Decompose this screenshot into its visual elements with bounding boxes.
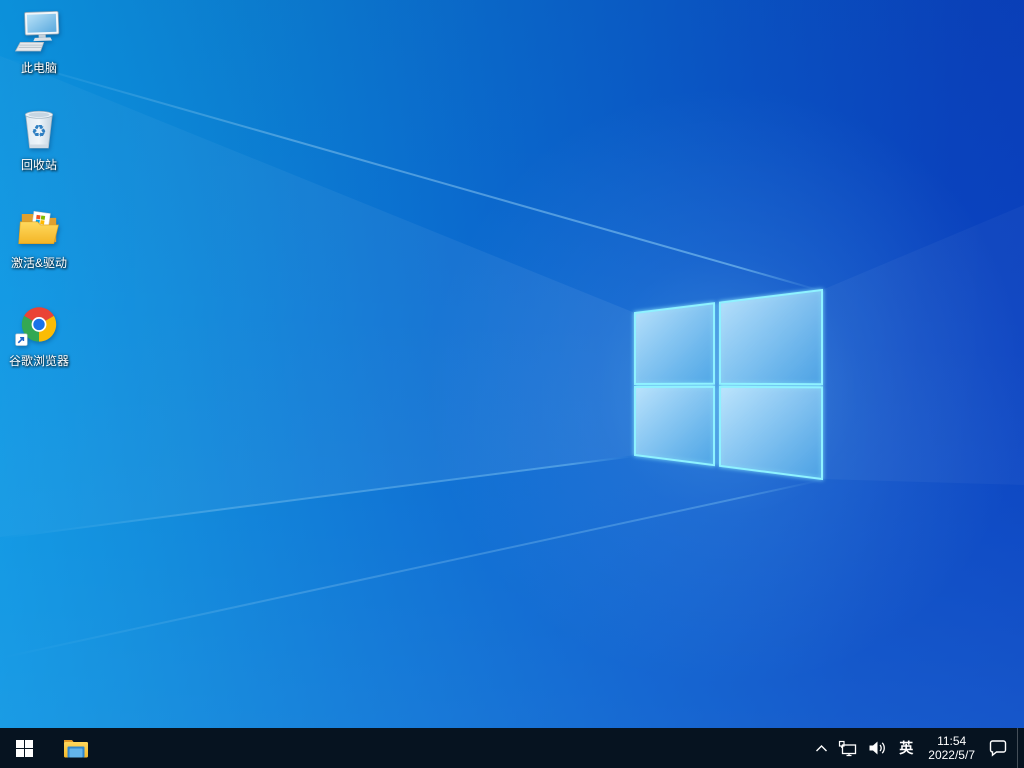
desktop-icon-this-pc[interactable]: 此电脑 [1, 8, 77, 75]
volume-button[interactable] [863, 728, 892, 768]
clock-date: 2022/5/7 [928, 748, 975, 762]
clock-time: 11:54 [937, 734, 967, 748]
light-beam-right [822, 205, 1024, 485]
recycle-bin-icon: ♻ [24, 110, 54, 149]
language-indicator[interactable]: 英 [892, 728, 920, 768]
start-button[interactable] [0, 728, 48, 768]
system-tray: 英 11:54 2022/5/7 [810, 728, 1024, 768]
desktop-icon-drivers-folder[interactable]: 激活&驱动 [1, 203, 77, 270]
desktop-icon-label: 此电脑 [20, 61, 57, 75]
speaker-icon [869, 741, 886, 755]
desktop-surface[interactable]: 此电脑 ♻ 回收站 激活&驱动 谷歌浏览器 [0, 0, 1024, 728]
folder-icon [18, 210, 59, 244]
file-explorer-icon [64, 740, 88, 758]
svg-text:♻: ♻ [31, 122, 46, 142]
light-ray [0, 478, 823, 659]
light-ray [0, 56, 823, 292]
hidden-icons-button[interactable] [810, 728, 833, 768]
logo-glow [0, 0, 1024, 728]
light-ray [0, 455, 635, 539]
light-beam-left [0, 56, 635, 537]
chrome-icon [15, 307, 57, 346]
desktop-icon-label: 谷歌浏览器 [8, 354, 69, 368]
windows-start-icon [15, 739, 33, 757]
action-center-button[interactable] [983, 728, 1013, 768]
desktop-icon-chrome[interactable]: 谷歌浏览器 [1, 301, 77, 368]
action-center-icon [989, 740, 1007, 757]
desktop-icon-label: 激活&驱动 [10, 256, 67, 270]
network-ethernet-icon [839, 740, 857, 756]
file-explorer-button[interactable] [52, 728, 100, 768]
show-desktop-button[interactable] [1017, 728, 1024, 768]
network-button[interactable] [833, 728, 863, 768]
shortcut-arrow-badge [15, 333, 28, 346]
taskbar: 英 11:54 2022/5/7 [0, 728, 1024, 768]
desktop-icon-recycle-bin[interactable]: ♻ 回收站 [1, 105, 77, 172]
desktop-icon-label: 回收站 [20, 158, 57, 172]
taskbar-clock[interactable]: 11:54 2022/5/7 [920, 728, 983, 768]
this-pc-icon [14, 10, 60, 52]
wallpaper-gradient-overlay [0, 0, 1024, 728]
chevron-up-icon [816, 744, 828, 751]
windows-logo-watermark [634, 288, 823, 481]
